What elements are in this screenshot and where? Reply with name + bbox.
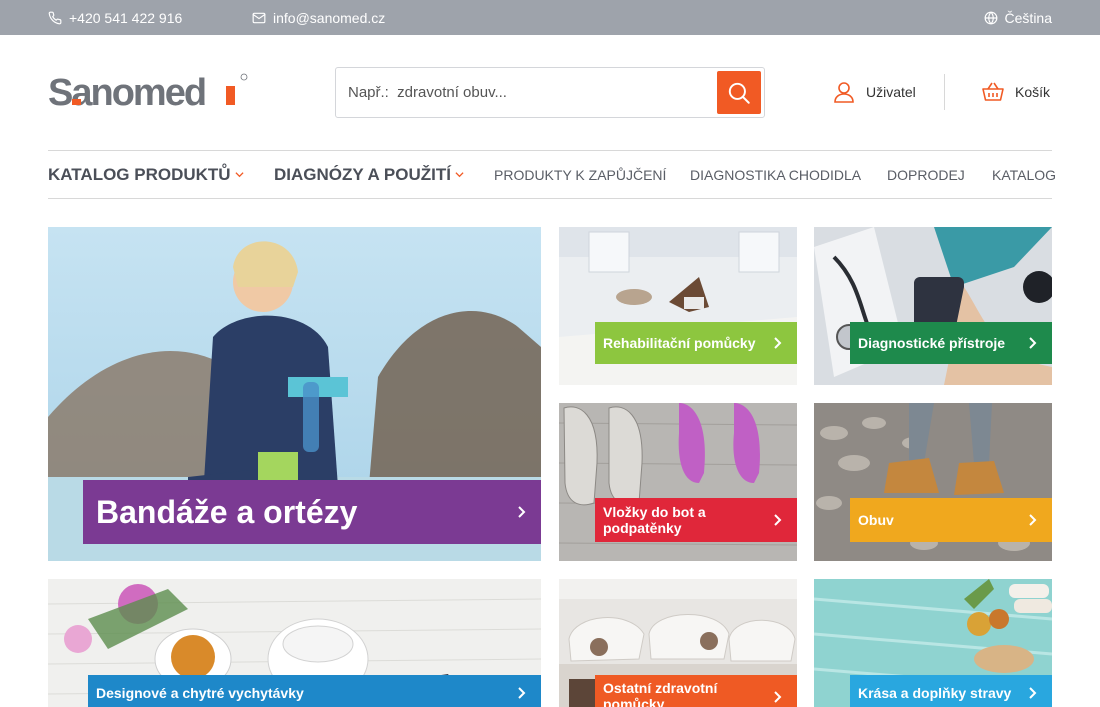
- category-tile-bandaze[interactable]: Bandáže a ortézy: [48, 227, 541, 561]
- tile-label-krasa: Krása a doplňky stravy: [850, 675, 1052, 707]
- nav-item-katalog-produktu[interactable]: KATALOG PRODUKTŮ: [48, 151, 244, 198]
- chevron-right-icon: [518, 506, 526, 518]
- category-tile-designove[interactable]: Designové a chytré vychytávky: [48, 579, 541, 707]
- tile-label-bandaze: Bandáže a ortézy: [83, 480, 541, 544]
- chevron-right-icon: [518, 687, 526, 699]
- search-button[interactable]: [717, 71, 761, 114]
- header-divider: [944, 74, 945, 110]
- phone-icon: [48, 11, 62, 24]
- main-nav: KATALOG PRODUKTŮ DIAGNÓZY A POUŽITÍ PROD…: [48, 150, 1056, 199]
- globe-icon: [984, 11, 997, 24]
- tile-label-rehabilitacni: Rehabilitační pomůcky: [595, 322, 797, 364]
- cart-label: Košík: [1015, 84, 1051, 100]
- chevron-right-icon: [1029, 687, 1037, 699]
- nav-item-diagnostika-chodidla[interactable]: DIAGNOSTIKA CHODIDLA: [690, 151, 861, 198]
- caret-down-icon: [235, 172, 244, 178]
- chevron-right-icon: [1029, 337, 1037, 349]
- basket-icon: [982, 82, 1004, 101]
- cart-link[interactable]: Košík: [981, 78, 1050, 106]
- top-bar: +420 541 422 916 info@sanomed.cz Čeština: [0, 0, 1100, 35]
- nav-item-doprodej[interactable]: DOPRODEJ: [887, 151, 965, 198]
- category-tile-vlozky[interactable]: Vložky do bot a podpatěnky: [559, 403, 797, 561]
- category-tile-ostatni[interactable]: Ostatní zdravotní pomůcky: [559, 579, 797, 707]
- user-link[interactable]: Uživatel: [832, 78, 916, 106]
- phone-number: +420 541 422 916: [69, 9, 183, 26]
- tile-label-obuv: Obuv: [850, 498, 1052, 542]
- category-tile-krasa[interactable]: Krása a doplňky stravy: [814, 579, 1052, 707]
- category-tile-diagnosticke[interactable]: Diagnostické přístroje: [814, 227, 1052, 385]
- chevron-right-icon: [774, 691, 782, 703]
- user-icon: [834, 82, 854, 103]
- chevron-right-icon: [1029, 514, 1037, 526]
- chevron-right-icon: [774, 514, 782, 526]
- nav-item-katalog[interactable]: KATALOG: [992, 151, 1056, 198]
- nav-item-zapujceni[interactable]: PRODUKTY K ZAPŮJČENÍ: [494, 151, 666, 198]
- tile-label-diagnosticke: Diagnostické přístroje: [850, 322, 1052, 364]
- email-link[interactable]: info@sanomed.cz: [252, 0, 385, 35]
- tile-label-vlozky: Vložky do bot a podpatěnky: [595, 498, 797, 542]
- search-input[interactable]: [336, 68, 714, 117]
- search-box: [335, 67, 765, 118]
- tile-label-ostatni: Ostatní zdravotní pomůcky: [595, 675, 797, 707]
- language-label: Čeština: [1004, 9, 1052, 26]
- caret-down-icon: [455, 172, 464, 178]
- mail-icon: [252, 12, 266, 23]
- email-address: info@sanomed.cz: [273, 9, 386, 26]
- user-label: Uživatel: [866, 84, 916, 100]
- tile-label-designove: Designové a chytré vychytávky: [88, 675, 541, 707]
- sanomed-logo[interactable]: Sanomed: [48, 72, 248, 114]
- chevron-right-icon: [774, 337, 782, 349]
- category-tile-obuv[interactable]: Obuv: [814, 403, 1052, 561]
- phone-link[interactable]: +420 541 422 916: [48, 0, 182, 35]
- category-tile-rehabilitacni[interactable]: Rehabilitační pomůcky: [559, 227, 797, 385]
- search-icon: [728, 82, 750, 104]
- nav-item-diagnozy[interactable]: DIAGNÓZY A POUŽITÍ: [274, 151, 464, 198]
- logo-text: Sanomed: [48, 72, 205, 112]
- language-selector[interactable]: Čeština: [984, 0, 1052, 35]
